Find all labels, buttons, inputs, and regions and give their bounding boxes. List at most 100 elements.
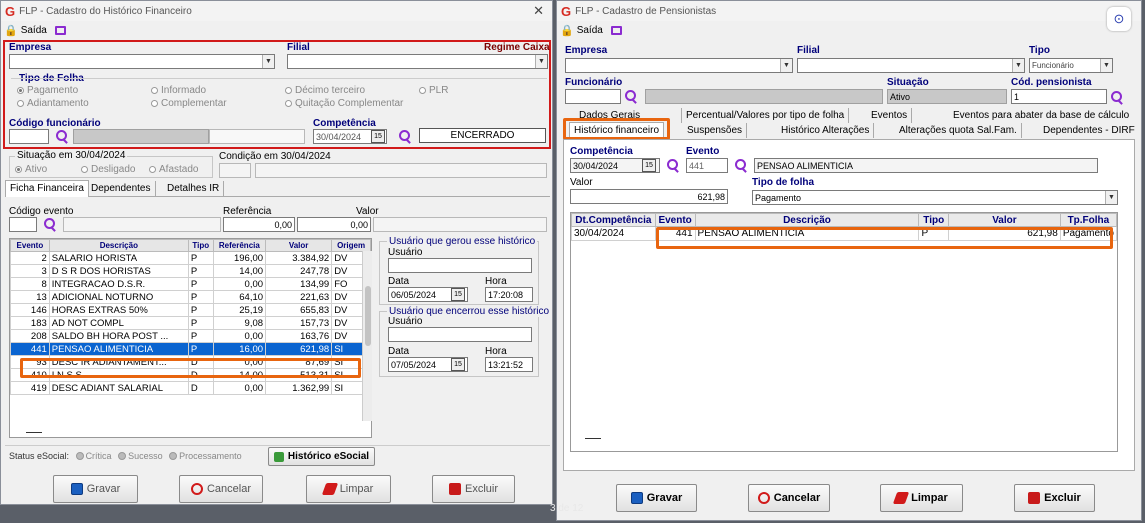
grid-scrollbar[interactable] (362, 251, 372, 421)
valor-input[interactable]: 0,00 (297, 217, 371, 232)
valor-input[interactable]: 621,98 (570, 189, 728, 204)
cancelar-button[interactable]: Cancelar (748, 484, 830, 512)
menu-exit[interactable]: Saída (577, 25, 603, 36)
competencia-label: Competência (313, 118, 376, 129)
search-icon[interactable] (43, 218, 56, 231)
tab-percentual-valores[interactable]: Percentual/Valores por tipo de folha (681, 108, 850, 123)
tab-detalhes-ir[interactable]: Detalhes IR (163, 181, 225, 196)
chevron-down-icon[interactable]: ▼ (1012, 59, 1024, 72)
table-row[interactable]: 2 SALARIO HORISTA P 196,00 3.384,92 DV (10, 251, 371, 265)
table-row[interactable]: 183 AD NOT COMPL P 9,08 157,73 DV (10, 316, 371, 330)
close-icon[interactable]: ✕ (533, 3, 544, 19)
grid-header-cell[interactable]: Valor (265, 239, 333, 252)
evento-desc-field (63, 217, 221, 232)
tab-eventos-abater[interactable]: Eventos para abater da base de cálculo (949, 108, 1133, 123)
chevron-down-icon[interactable]: ▼ (1105, 191, 1117, 204)
radio-desligado[interactable]: Desligado (81, 164, 135, 175)
monitor-icon[interactable] (54, 25, 66, 35)
radio-ativo[interactable]: Ativo (15, 164, 47, 175)
radio-quitacao-complementar[interactable]: Quitação Complementar (285, 98, 403, 109)
table-row[interactable]: 8 INTEGRACAO D.S.R. P 0,00 134,99 FO (10, 277, 371, 291)
radio-plr[interactable]: PLR (419, 85, 448, 96)
search-icon[interactable] (1110, 91, 1123, 104)
grid-header-cell[interactable]: Tp.Folha (1059, 213, 1117, 227)
search-icon[interactable] (666, 159, 679, 172)
grid-header-cell[interactable]: Tipo (187, 239, 214, 252)
table-cell: 655,83 (265, 303, 333, 317)
codigo-evento-input[interactable] (9, 217, 37, 232)
tab-suspensoes[interactable]: Suspensões (683, 123, 748, 138)
historico-panel: Competência Evento 30/04/2024 15 441 PEN… (563, 139, 1135, 471)
table-row[interactable]: 208 SALDO BH HORA POST ... P 0,00 163,76 DV (10, 329, 371, 343)
funcionario-code-input[interactable] (565, 89, 621, 104)
calendar-icon[interactable]: 15 (642, 159, 656, 172)
historico-esocial-button[interactable]: Histórico eSocial (268, 447, 375, 466)
tab-eventos[interactable]: Eventos (867, 108, 913, 123)
search-icon[interactable] (55, 130, 68, 143)
cod-pensionista-input[interactable]: 1 (1011, 89, 1107, 104)
cancel-icon (190, 483, 203, 495)
grid-header-cell[interactable]: Referência (212, 239, 267, 252)
table-row[interactable]: 3D S R DOS HORISTAS P 14,00 247,78 DV (10, 264, 371, 278)
grid-header-cell[interactable]: Evento (10, 239, 50, 252)
codigo-funcionario-input[interactable] (9, 129, 49, 144)
evento-input[interactable]: 441 (686, 158, 728, 173)
grid-header-cell[interactable]: Tipo (918, 213, 950, 227)
gerou-title: Usuário que gerou esse histórico (387, 236, 538, 247)
table-row[interactable]: 146 HORAS EXTRAS 50% P 25,19 655,83 DV (10, 303, 371, 317)
chevron-down-icon[interactable]: ▼ (780, 59, 792, 72)
grid-header-cell[interactable]: Origem (331, 239, 371, 252)
screen-capture-icon[interactable]: ⊙ (1107, 7, 1131, 31)
empresa-select[interactable]: ▼ (9, 54, 275, 69)
chevron-down-icon[interactable]: ▼ (535, 55, 547, 68)
calendar-icon[interactable]: 15 (371, 130, 385, 143)
gravar-button[interactable]: Gravar (53, 475, 138, 503)
radio-afastado[interactable]: Afastado (149, 164, 198, 175)
cancelar-button[interactable]: Cancelar (179, 475, 263, 503)
radio-complementar[interactable]: Complementar (151, 98, 227, 109)
table-cell: ADICIONAL NOTURNO (48, 290, 189, 304)
radio-adiantamento[interactable]: Adiantamento (17, 98, 89, 109)
tab-historico-alteracoes[interactable]: Histórico Alterações (777, 123, 875, 138)
calendar-icon[interactable]: 15 (451, 358, 465, 371)
filial-select[interactable]: ▼ (797, 58, 1025, 73)
limpar-button[interactable]: Limpar (880, 484, 963, 512)
search-icon[interactable] (624, 90, 637, 103)
calendar-icon[interactable]: 15 (451, 288, 465, 301)
search-icon[interactable] (734, 159, 747, 172)
monitor-icon[interactable] (610, 25, 622, 35)
table-row[interactable]: 419 DESC ADIANT SALARIAL D 0,00 1.362,99 SI (10, 381, 371, 395)
tab-dependentes[interactable]: Dependentes (87, 181, 156, 196)
search-icon[interactable] (398, 130, 411, 143)
gravar-button[interactable]: Gravar (616, 484, 697, 512)
tab-ficha-financeira[interactable]: Ficha Financeira (5, 180, 89, 197)
limpar-button[interactable]: Limpar (306, 475, 391, 503)
menu-exit[interactable]: Saída (21, 25, 47, 36)
table-cell: 134,99 (265, 277, 333, 291)
radio-decimo-terceiro[interactable]: Décimo terceiro (285, 85, 365, 96)
eventos-grid[interactable]: Evento Descrição Tipo Referência Valor Origem… (9, 238, 372, 438)
table-cell: 0,00 (212, 381, 267, 395)
table-row[interactable]: 13 ADICIONAL NOTURNO P 64,10 221,63 DV (10, 290, 371, 304)
grid-header-cell[interactable]: Dt.Competência (571, 213, 656, 227)
page-indicator: 3 de 12 (550, 503, 584, 514)
grid-header-cell[interactable]: Valor (948, 213, 1061, 227)
filial-select[interactable]: ▼ (287, 54, 548, 69)
grid-header-cell[interactable]: Descrição (48, 239, 189, 252)
empresa-label: Empresa (565, 45, 608, 56)
chevron-down-icon[interactable]: ▼ (1100, 59, 1112, 72)
radio-informado[interactable]: Informado (151, 85, 206, 96)
radio-pagamento[interactable]: Pagamento (17, 85, 78, 96)
tipo-select[interactable]: Funcionário ▼ (1029, 58, 1113, 73)
chevron-down-icon[interactable]: ▼ (262, 55, 274, 68)
excluir-button[interactable]: Excluir (432, 475, 515, 503)
referencia-input[interactable]: 0,00 (223, 217, 295, 232)
tipo-folha-select[interactable]: Pagamento ▼ (752, 190, 1118, 205)
grid-header-cell[interactable]: Evento (654, 213, 696, 227)
tab-dependentes-dirf[interactable]: Dependentes - DIRF (1039, 123, 1139, 138)
empresa-select[interactable]: ▼ (565, 58, 793, 73)
grid-header-cell[interactable]: Descrição (694, 213, 920, 227)
tab-alteracoes-quota[interactable]: Alterações quota Sal.Fam. (895, 123, 1022, 138)
table-row[interactable]: 441 PENSAO ALIMENTICIA P 16,00 621,98 SI (10, 342, 371, 356)
excluir-button[interactable]: Excluir (1014, 484, 1095, 512)
